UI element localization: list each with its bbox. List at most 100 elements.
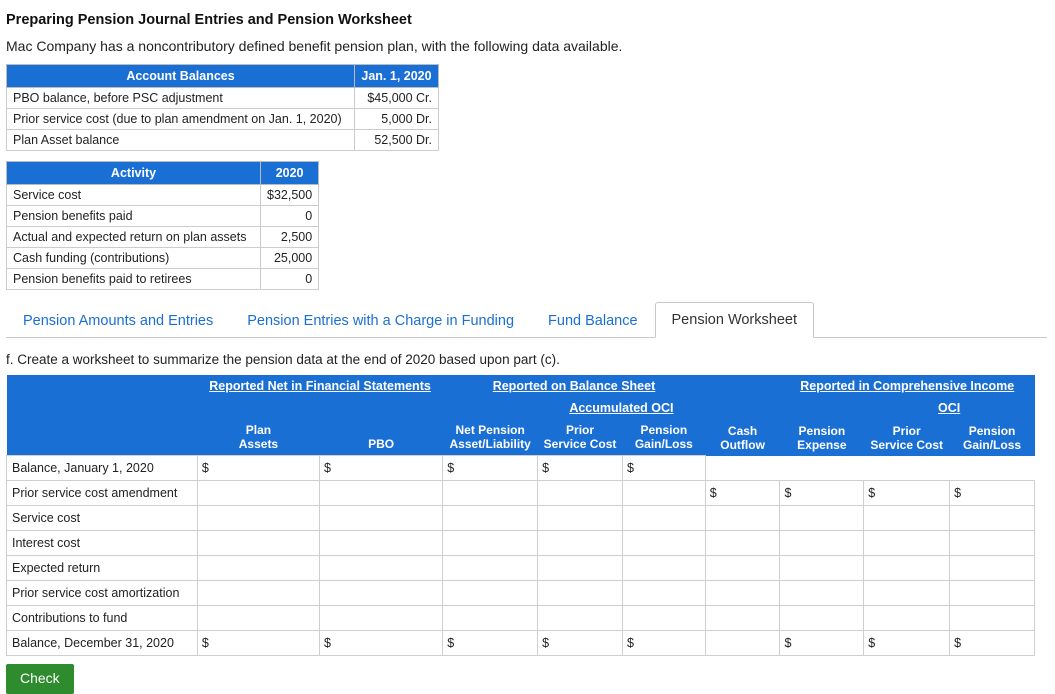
- worksheet-cell[interactable]: [537, 555, 623, 581]
- worksheet-cell[interactable]: [196, 605, 321, 631]
- worksheet-cell[interactable]: $: [621, 630, 706, 656]
- worksheet-cell[interactable]: [779, 580, 865, 606]
- worksheet-cell[interactable]: [319, 530, 444, 556]
- worksheet-cell[interactable]: [704, 580, 781, 606]
- worksheet-cell[interactable]: $: [949, 480, 1035, 506]
- tab-pension-worksheet[interactable]: Pension Worksheet: [654, 302, 814, 338]
- worksheet-cell[interactable]: [863, 530, 951, 556]
- group-header-reported-in-comprehensive-income: Reported in Comprehensive Income: [779, 375, 1035, 397]
- worksheet-cell-blank: [705, 455, 780, 481]
- worksheet-cell[interactable]: [319, 555, 444, 581]
- row-label: Expected return: [6, 555, 198, 581]
- worksheet-cell[interactable]: $: [949, 630, 1035, 656]
- worksheet-cell[interactable]: $: [621, 455, 706, 481]
- intro-text: Mac Company has a noncontributory define…: [6, 38, 623, 54]
- worksheet-cell[interactable]: [196, 505, 321, 531]
- worksheet-cell[interactable]: $: [704, 480, 781, 506]
- table-row: Service cost $32,500: [6, 184, 320, 206]
- worksheet-cell[interactable]: [196, 580, 321, 606]
- column-header-pension-gain-loss-aoci: Pension Gain/Loss: [622, 419, 706, 456]
- worksheet-cell[interactable]: [779, 505, 865, 531]
- column-header-pension-expense: Pension Expense: [779, 419, 864, 456]
- worksheet-cell[interactable]: $: [196, 630, 321, 656]
- worksheet-cell[interactable]: $: [779, 480, 865, 506]
- worksheet-cell[interactable]: $: [319, 455, 444, 481]
- worksheet-cell[interactable]: [621, 530, 706, 556]
- worksheet-cell[interactable]: [779, 530, 865, 556]
- worksheet-cell[interactable]: [621, 605, 706, 631]
- worksheet-cell[interactable]: [537, 480, 623, 506]
- column-header-prior-service-cost-oci: Prior Service Cost: [863, 419, 950, 456]
- worksheet-cell[interactable]: [704, 555, 781, 581]
- worksheet-cell[interactable]: [442, 555, 539, 581]
- table-row: Service cost: [6, 505, 1035, 531]
- worksheet-cell-blank: [949, 455, 1035, 481]
- worksheet-cell[interactable]: [442, 480, 539, 506]
- worksheet-cell[interactable]: [949, 555, 1035, 581]
- worksheet-cell[interactable]: [537, 605, 623, 631]
- worksheet-cell[interactable]: [319, 580, 444, 606]
- table-header-row: Account Balances Jan. 1, 2020: [6, 64, 439, 88]
- worksheet-cell[interactable]: [442, 605, 539, 631]
- worksheet-cell[interactable]: [704, 530, 781, 556]
- worksheet-cell[interactable]: [949, 605, 1035, 631]
- row-value: 0: [259, 268, 320, 290]
- worksheet-cell[interactable]: [621, 480, 706, 506]
- column-header-net-pension-asset-liability: Net Pension Asset/Liability: [442, 419, 538, 456]
- tab-bar: Pension Amounts and Entries Pension Entr…: [6, 300, 1047, 338]
- worksheet-cell[interactable]: [621, 555, 706, 581]
- worksheet-cell[interactable]: [319, 505, 444, 531]
- worksheet-cell[interactable]: [779, 555, 865, 581]
- worksheet-cell[interactable]: [863, 605, 951, 631]
- worksheet-cell[interactable]: [196, 555, 321, 581]
- worksheet-cell[interactable]: [319, 605, 444, 631]
- table-row: Expected return: [6, 555, 1035, 581]
- worksheet-cell[interactable]: [442, 530, 539, 556]
- worksheet-cell[interactable]: [537, 530, 623, 556]
- worksheet-cell[interactable]: $: [537, 455, 623, 481]
- column-header-activity: Activity: [6, 161, 261, 185]
- group-header-spacer-2: [705, 375, 780, 397]
- worksheet-cell[interactable]: [863, 555, 951, 581]
- worksheet-cell[interactable]: [779, 605, 865, 631]
- tab-pension-amounts-and-entries[interactable]: Pension Amounts and Entries: [6, 303, 230, 338]
- worksheet-cell[interactable]: $: [863, 630, 951, 656]
- worksheet-cell[interactable]: [442, 505, 539, 531]
- worksheet-cell[interactable]: [196, 530, 321, 556]
- worksheet-cell[interactable]: [704, 630, 781, 656]
- worksheet-cell[interactable]: $: [319, 630, 444, 656]
- worksheet-cell[interactable]: $: [863, 480, 951, 506]
- worksheet-cell[interactable]: $: [779, 630, 865, 656]
- row-value: 0: [259, 205, 320, 227]
- worksheet-cell[interactable]: [319, 480, 444, 506]
- row-label: Service cost: [6, 505, 198, 531]
- tab-pension-entries-with-a-charge-in-funding[interactable]: Pension Entries with a Charge in Funding: [230, 303, 531, 338]
- row-value: 2,500: [259, 226, 320, 248]
- worksheet-cell[interactable]: [621, 580, 706, 606]
- worksheet-cell[interactable]: [537, 580, 623, 606]
- row-label: Balance, January 1, 2020: [6, 455, 198, 481]
- column-header-psc-oci-line2: Service Cost: [870, 437, 944, 452]
- worksheet-cell[interactable]: $: [196, 455, 321, 481]
- worksheet-cell[interactable]: $: [442, 630, 539, 656]
- worksheet-cell[interactable]: [704, 505, 781, 531]
- worksheet-cell[interactable]: [442, 580, 539, 606]
- worksheet-cell[interactable]: [704, 605, 781, 631]
- worksheet-cell[interactable]: [949, 505, 1035, 531]
- worksheet-cell[interactable]: [863, 580, 951, 606]
- worksheet-cell[interactable]: $: [537, 630, 623, 656]
- worksheet-cell[interactable]: $: [442, 455, 539, 481]
- group-header-reported-on-balance-sheet: Reported on Balance Sheet: [442, 375, 706, 397]
- worksheet-cell[interactable]: [537, 505, 623, 531]
- tab-fund-balance[interactable]: Fund Balance: [531, 303, 654, 338]
- column-header-gainloss-aoci-line2: Gain/Loss: [634, 437, 693, 451]
- check-button[interactable]: Check: [6, 664, 74, 694]
- table-row: Interest cost: [6, 530, 1035, 556]
- worksheet-cell[interactable]: [949, 530, 1035, 556]
- worksheet-cell[interactable]: [863, 505, 951, 531]
- column-header-gainloss-oci-line1: Pension: [968, 423, 1016, 438]
- worksheet-cell[interactable]: [621, 505, 706, 531]
- worksheet-cell[interactable]: [949, 580, 1035, 606]
- table-header-row: Activity 2020: [6, 161, 320, 185]
- worksheet-cell[interactable]: [196, 480, 321, 506]
